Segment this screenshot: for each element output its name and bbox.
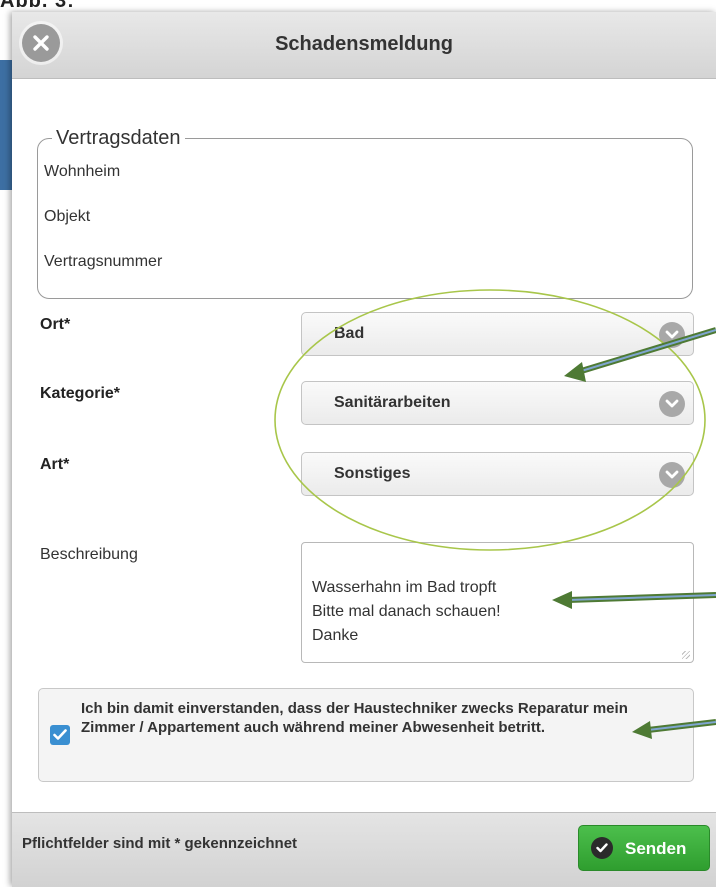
- art-label: Art*: [40, 456, 70, 473]
- dialog-content: Vertragsdaten Wohnheim Objekt Vertragsnu…: [12, 79, 716, 812]
- check-icon: [53, 729, 67, 740]
- kategorie-label: Kategorie*: [40, 385, 121, 402]
- chevron-down-icon: [659, 462, 685, 488]
- consent-checkbox[interactable]: [50, 725, 70, 745]
- resize-handle[interactable]: [682, 651, 690, 659]
- art-select-value: Sonstiges: [334, 465, 411, 482]
- consent-box: Ich bin damit einverstanden, dass der Ha…: [38, 688, 694, 782]
- required-fields-note: Pflichtfelder sind mit * gekennzeichnet: [22, 835, 298, 852]
- send-button[interactable]: Senden: [578, 825, 710, 871]
- dialog-panel: Schadensmeldung Vertragsdaten Wohnheim O…: [12, 12, 716, 887]
- art-select[interactable]: Sonstiges: [301, 452, 694, 496]
- contract-data-fieldset: Vertragsdaten: [37, 127, 693, 299]
- chevron-down-icon: [659, 322, 685, 348]
- send-button-label: Senden: [625, 839, 687, 858]
- beschreibung-label: Beschreibung: [40, 546, 138, 563]
- beschreibung-text: Wasserhahn im Bad tropft Bitte mal danac…: [312, 579, 501, 644]
- dialog-title: Schadensmeldung: [275, 33, 453, 55]
- chevron-down-icon: [659, 391, 685, 417]
- ort-select[interactable]: Bad: [301, 312, 694, 356]
- contract-data-legend: Vertragsdaten: [56, 127, 181, 149]
- contract-row-wohnheim: Wohnheim: [44, 163, 121, 180]
- consent-text: Ich bin damit einverstanden, dass der Ha…: [81, 700, 628, 736]
- contract-row-objekt: Objekt: [44, 208, 91, 225]
- beschreibung-textarea[interactable]: Wasserhahn im Bad tropft Bitte mal danac…: [301, 542, 694, 663]
- dialog-footer: Pflichtfelder sind mit * gekennzeichnet …: [12, 812, 716, 887]
- background-strip: [0, 60, 12, 190]
- kategorie-select-value: Sanitärarbeiten: [334, 394, 451, 411]
- check-circle-icon: [591, 837, 613, 859]
- kategorie-select[interactable]: Sanitärarbeiten: [301, 381, 694, 425]
- ort-label: Ort*: [40, 316, 71, 333]
- contract-row-vertragsnummer: Vertragsnummer: [44, 253, 163, 270]
- ort-select-value: Bad: [334, 325, 365, 342]
- dialog-header: Schadensmeldung: [12, 12, 716, 79]
